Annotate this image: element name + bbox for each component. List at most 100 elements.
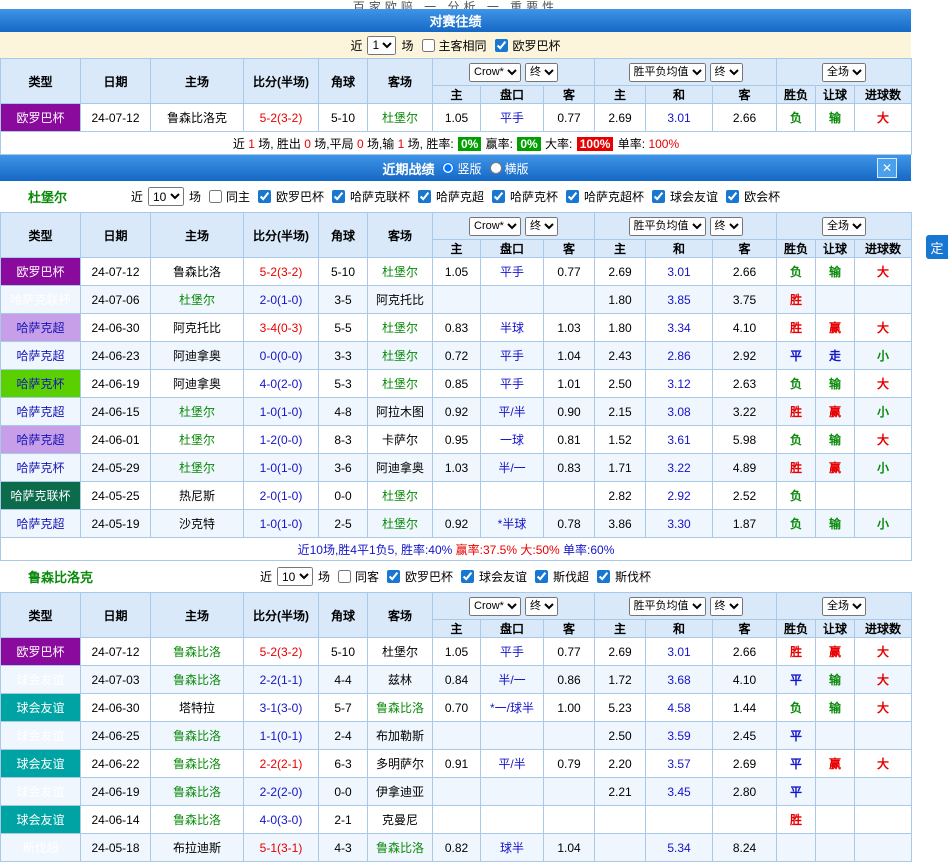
near-label: 近 [350, 37, 362, 54]
handicap-result-label: 赢 [816, 750, 855, 778]
home-win-odds [595, 806, 646, 834]
score: 1-0(1-0) [244, 510, 319, 538]
match-scope-select[interactable]: 全场 [822, 217, 866, 236]
odds-company-select[interactable]: Crow* [469, 217, 521, 236]
draw-odds: 3.45 [646, 778, 713, 806]
final-odds-select-2[interactable]: 终 [710, 63, 743, 82]
summary-part: 100% [577, 137, 614, 151]
final-odds-select-2[interactable]: 终 [710, 217, 743, 236]
home-win-odds: 2.82 [595, 482, 646, 510]
handicap-result-label: 输 [816, 510, 855, 538]
avg-odds-select[interactable]: 胜平负均值 [629, 63, 706, 82]
league-filter-checkbox[interactable] [492, 190, 505, 203]
avg-odds-select[interactable]: 胜平负均值 [629, 597, 706, 616]
home-team: 鲁森比洛 [151, 638, 244, 666]
draw-odds: 3.59 [646, 722, 713, 750]
final-odds-select[interactable]: 终 [525, 63, 558, 82]
horizontal-layout-label: 横版 [505, 160, 529, 177]
handicap-away-water: 0.78 [544, 510, 595, 538]
league-name: 哈萨克联杯 [1, 286, 81, 314]
match-count-select[interactable]: 1 [367, 36, 396, 55]
same-venue-checkbox[interactable] [422, 39, 435, 52]
home-team: 鲁森比洛 [151, 806, 244, 834]
layout-option-horizontal[interactable]: 横版 [490, 160, 529, 177]
goals-result-label: 小 [855, 454, 912, 482]
odds-company-select[interactable]: Crow* [469, 597, 521, 616]
final-odds-select-2[interactable]: 终 [710, 597, 743, 616]
sub-column-header: 主 [433, 620, 481, 638]
league-filter-checkbox[interactable] [566, 190, 579, 203]
scope-group-header: 全场 [777, 593, 912, 620]
league-filter-checkbox[interactable] [726, 190, 739, 203]
draw-odds: 3.08 [646, 398, 713, 426]
league-filter-checkbox[interactable] [597, 570, 610, 583]
same-venue-checkbox[interactable] [209, 190, 222, 203]
result-label: 平 [777, 342, 816, 370]
close-icon[interactable]: ✕ [877, 158, 897, 178]
column-header: 日期 [81, 593, 151, 638]
sub-column-header: 胜负 [777, 620, 816, 638]
handicap-line: 球半 [481, 834, 544, 862]
team-b-recent-table: 类型日期主场比分(半场)角球客场Crow*终胜平负均值终全场主盘口客主和客胜负让… [0, 592, 912, 862]
column-header: 比分(半场) [244, 593, 319, 638]
handicap-away-water [544, 286, 595, 314]
handicap-line [481, 778, 544, 806]
odds-company-select[interactable]: Crow* [469, 63, 521, 82]
away-win-odds: 8.24 [713, 834, 777, 862]
goals-result-label: 大 [855, 104, 912, 132]
column-header: 主场 [151, 593, 244, 638]
final-odds-select[interactable]: 终 [525, 217, 558, 236]
handicap-home-water: 1.03 [433, 454, 481, 482]
home-win-odds: 1.80 [595, 314, 646, 342]
home-win-odds: 3.86 [595, 510, 646, 538]
same-venue-checkbox[interactable] [338, 570, 351, 583]
match-row: 哈萨克杯24-05-29杜堡尔1-0(1-0)3-6阿迪拿奥1.03半/一0.8… [1, 454, 912, 482]
handicap-home-water [433, 482, 481, 510]
home-win-odds: 1.72 [595, 666, 646, 694]
vertical-layout-radio[interactable] [442, 162, 454, 174]
layout-option-vertical[interactable]: 竖版 [442, 160, 481, 177]
match-count-select[interactable]: 10 [277, 567, 313, 586]
score: 5-2(3-2) [244, 638, 319, 666]
match-date: 24-07-06 [81, 286, 151, 314]
league-filter-checkbox[interactable] [652, 190, 665, 203]
result-label: 平 [777, 750, 816, 778]
match-count-select[interactable]: 10 [148, 187, 184, 206]
draw-odds: 5.34 [646, 834, 713, 862]
league-name: 球会友谊 [1, 666, 81, 694]
score: 2-0(1-0) [244, 482, 319, 510]
avg-odds-select[interactable]: 胜平负均值 [629, 217, 706, 236]
handicap-line: 平/半 [481, 750, 544, 778]
score: 4-0(2-0) [244, 370, 319, 398]
league-filter-checkbox[interactable] [418, 190, 431, 203]
handicap-result-label [816, 806, 855, 834]
league-filter-checkbox[interactable] [535, 570, 548, 583]
home-win-odds: 2.20 [595, 750, 646, 778]
avg-odds-group-header: 胜平负均值终 [595, 593, 777, 620]
column-header: 角球 [319, 593, 368, 638]
match-scope-select[interactable]: 全场 [822, 597, 866, 616]
sub-column-header: 盘口 [481, 86, 544, 104]
sub-column-header: 进球数 [855, 86, 912, 104]
team-a-filter-row: 杜堡尔近 10 场同主欧罗巴杯哈萨克联杯哈萨克超哈萨克杯哈萨克超杯球会友谊欧会杯 [0, 181, 911, 212]
match-row: 球会友谊24-06-14鲁森比洛4-0(3-0)2-1克曼尼胜 [1, 806, 912, 834]
home-team: 热尼斯 [151, 482, 244, 510]
league-filter-checkbox[interactable] [332, 190, 345, 203]
handicap-away-water: 0.81 [544, 426, 595, 454]
league-filter-checkbox[interactable] [495, 39, 508, 52]
horizontal-layout-radio[interactable] [490, 162, 502, 174]
customize-side-tab[interactable]: 定 [925, 234, 948, 260]
league-filter-label: 斯伐杯 [615, 568, 651, 585]
h2h-title-bar: 对赛往绩 [0, 9, 911, 32]
handicap-away-water: 0.86 [544, 666, 595, 694]
handicap-home-water: 0.72 [433, 342, 481, 370]
home-team: 鲁森比洛 [151, 722, 244, 750]
league-filter-checkbox[interactable] [387, 570, 400, 583]
away-team: 鲁森比洛 [368, 694, 433, 722]
final-odds-select[interactable]: 终 [525, 597, 558, 616]
summary-part: 场, 胜率: [404, 137, 457, 151]
league-filter-checkbox[interactable] [461, 570, 474, 583]
match-scope-select[interactable]: 全场 [822, 63, 866, 82]
column-header: 类型 [1, 59, 81, 104]
league-filter-checkbox[interactable] [258, 190, 271, 203]
